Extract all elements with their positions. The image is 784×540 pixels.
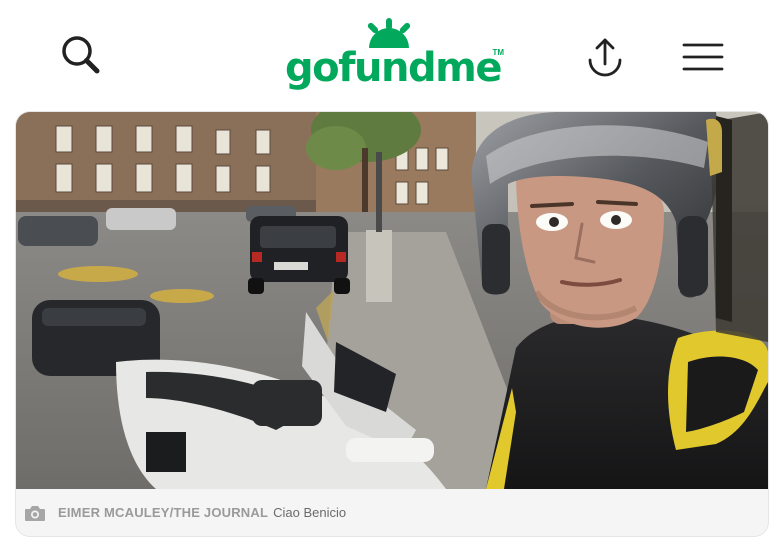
search-icon [62,36,100,74]
top-bar: gofundme TM [0,0,784,108]
menu-button[interactable] [676,30,730,84]
gofundme-logo[interactable]: gofundme TM [280,14,506,98]
logo-trademark: TM [492,48,504,57]
campaign-image-card: EIMER MCAULEY/THE JOURNAL Ciao Benicio [16,112,768,536]
share-button[interactable] [578,30,632,84]
hamburger-menu-icon [682,43,724,71]
logo-wordmark: gofundme [285,45,502,91]
camera-icon [25,505,45,521]
photo-credit: EIMER MCAULEY/THE JOURNAL [58,505,269,520]
share-icon [588,38,622,77]
search-button[interactable] [54,28,108,82]
photo-caption-text: Ciao Benicio [273,505,347,520]
campaign-photo[interactable] [16,112,768,489]
photo-caption: EIMER MCAULEY/THE JOURNAL Ciao Benicio [16,489,768,536]
